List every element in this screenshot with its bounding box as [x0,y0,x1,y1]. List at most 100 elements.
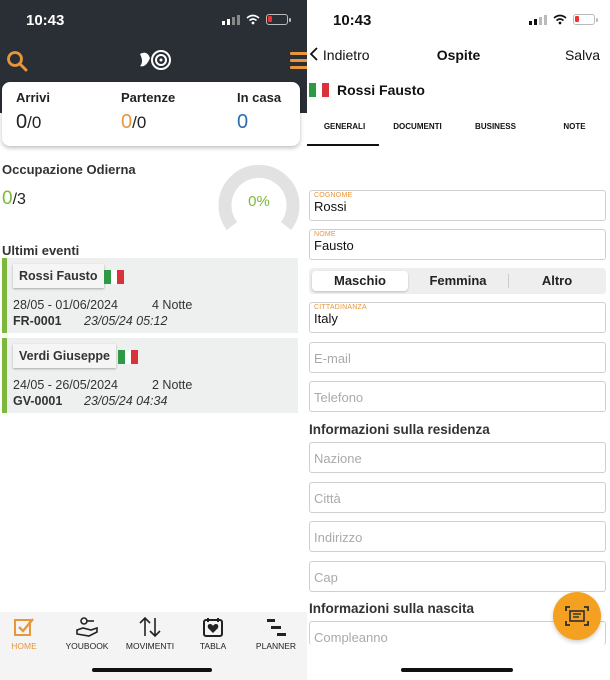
guest-name: Rossi Fausto [337,82,425,98]
tab-planner[interactable]: PLANNER [246,614,306,651]
city-placeholder: Città [314,491,341,506]
event-timestamp: 23/05/24 05:12 [84,314,168,328]
home-screen: 10:43 Arrivi 0/0 Partenze 0/0 In casa 0 … [0,0,312,680]
arrows-updown-icon [139,616,161,638]
departures-stat: Partenze 0/0 [121,90,175,134]
tab-youbook[interactable]: YOUBOOK [57,614,117,651]
birth-title: Informazioni sulla nascita [309,601,475,616]
save-button[interactable]: Salva [565,47,600,63]
tab-documenti[interactable]: DOCUMENTI [380,122,455,131]
italy-flag-icon [309,83,330,97]
citizenship-field[interactable]: CITTADINANZA Italy [309,302,606,333]
firstname-field[interactable]: NOME Fausto [309,229,606,260]
tab-tabla[interactable]: TABLA [183,614,243,651]
planner-bars-icon [267,619,286,636]
battery-icon [266,14,291,25]
event-dates: 24/05 - 26/05/2024 [13,378,118,392]
event-guest-name: Verdi Giuseppe [13,344,117,368]
hand-key-icon [76,617,98,637]
bottom-tab-bar: HOME YOUBOOK MOVIMENTI TABLA PLANNER [0,612,307,680]
email-field[interactable]: E-mail [309,342,606,373]
inhouse-stat: In casa 0 [237,90,281,134]
departures-label: Partenze [121,90,176,105]
scan-document-button[interactable] [553,592,601,640]
event-code: FR-0001 [13,314,62,328]
event-code: GV-0001 [13,394,63,408]
tab-label: PLANNER [255,641,297,651]
email-placeholder: E-mail [314,351,351,366]
status-icons [529,14,598,25]
zip-placeholder: Cap [314,570,338,585]
tab-movimenti[interactable]: MOVIMENTI [120,614,180,651]
status-icons [222,14,291,25]
birthday-placeholder: Compleanno [314,630,388,645]
tab-business[interactable]: BUSINESS [458,122,533,131]
phone-field[interactable]: Telefono [309,381,606,412]
home-indicator [92,668,212,672]
tab-label: YOUBOOK [65,641,109,651]
event-guest-name: Rossi Fausto [13,264,104,288]
arrivals-value: 0 [16,111,28,133]
event-card[interactable]: Rossi Fausto 28/05 - 01/06/2024 4 Notte … [2,258,298,333]
search-icon [7,51,28,72]
section-tabs: GENERALI DOCUMENTI BUSINESS NOTE [307,112,610,146]
inhouse-value: 0 [237,111,249,133]
check-square-icon [14,618,34,636]
event-card[interactable]: Verdi Giuseppe 24/05 - 26/05/2024 2 Nott… [2,338,298,413]
id-scan-icon [565,606,589,626]
occupancy-percent: 0% [248,193,270,210]
tab-generali[interactable]: GENERALI [307,122,382,131]
arrivals-total: /0 [27,113,42,132]
tab-label: TABLA [199,641,227,651]
surname-field[interactable]: COGNOME Rossi [309,190,606,221]
occupancy-count: 0/3 [2,188,26,210]
wifi-icon [553,14,567,25]
arrivals-stat: Arrivi 0/0 [16,90,50,134]
address-field[interactable]: Indirizzo [309,521,606,552]
signal-icon [529,14,547,25]
citizenship-value: Italy [314,311,338,326]
surname-label: COGNOME [314,192,353,199]
gender-option-femmina[interactable]: Femmina [410,271,506,291]
gender-option-maschio[interactable]: Maschio [312,271,408,291]
active-tab-indicator [307,144,379,146]
citizenship-label: CITTADINANZA [314,304,367,311]
inhouse-label: In casa [237,90,282,105]
app-logo-icon [140,50,171,70]
event-nights: 2 Notte [152,378,193,392]
event-timestamp: 23/05/24 04:34 [84,394,168,408]
zip-field[interactable]: Cap [309,561,606,592]
tab-home[interactable]: HOME [0,614,54,651]
divider [508,274,509,288]
stats-card: Arrivi 0/0 Partenze 0/0 In casa 0 [2,82,300,146]
nation-field[interactable]: Nazione [309,442,606,473]
tab-note[interactable]: NOTE [537,122,610,131]
signal-icon [222,14,240,25]
residence-title: Informazioni sulla residenza [309,422,490,437]
event-nights: 4 Notte [152,298,193,312]
firstname-value: Fausto [314,238,354,253]
occupancy-total: /3 [12,191,26,208]
status-time: 10:43 [26,12,65,29]
occupancy-value: 0 [2,188,13,209]
search-button[interactable] [6,50,28,72]
wifi-icon [246,14,260,25]
italy-flag-icon [118,350,139,364]
battery-icon [573,14,598,25]
departures-total: /0 [132,113,147,132]
firstname-label: NOME [314,231,336,238]
address-placeholder: Indirizzo [314,530,363,545]
italy-flag-icon [104,270,125,284]
gender-option-altro[interactable]: Altro [510,271,604,291]
nation-placeholder: Nazione [314,451,362,466]
gender-selector: Maschio Femmina Altro [309,268,606,294]
tab-label: MOVIMENTI [125,641,175,651]
phone-placeholder: Telefono [314,390,364,405]
heart-board-icon [203,618,223,637]
departures-value: 0 [121,111,133,133]
event-dates: 28/05 - 01/06/2024 [13,298,118,312]
surname-value: Rossi [314,199,347,214]
tab-label: HOME [11,641,37,651]
city-field[interactable]: Città [309,482,606,513]
occupancy-title: Occupazione Odierna [2,162,136,177]
